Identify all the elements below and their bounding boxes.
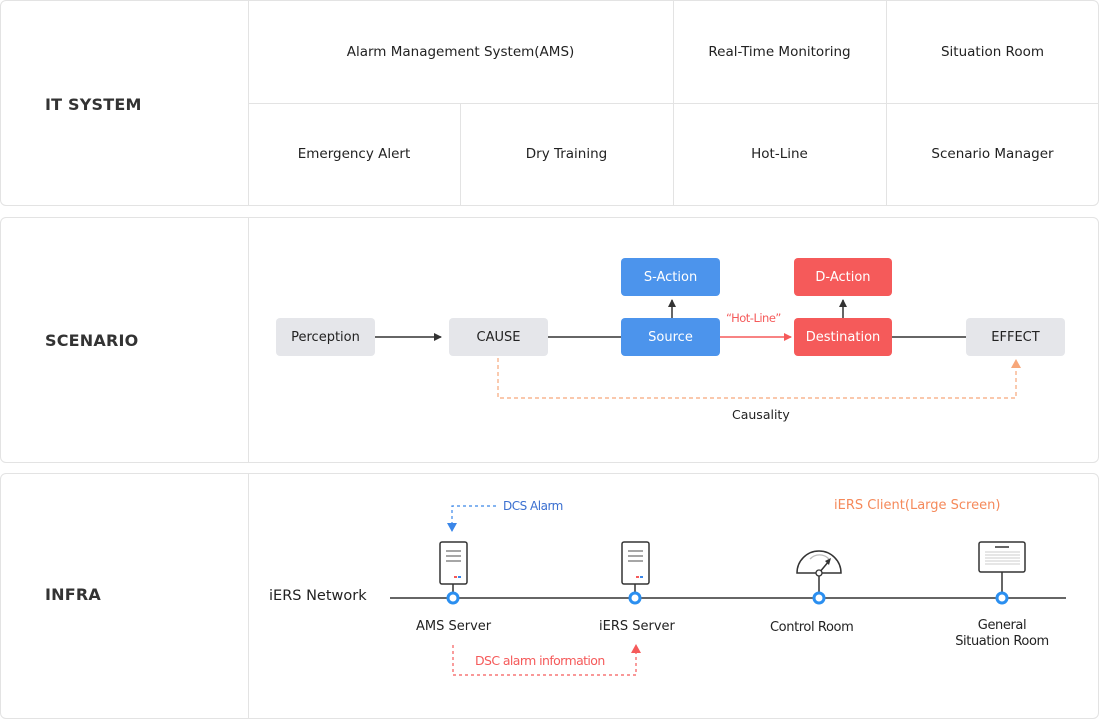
dsc-info-label: DSC alarm information	[475, 653, 605, 668]
network-label: iERS Network	[269, 588, 367, 604]
infra-side: INFRA	[1, 474, 249, 718]
node-source: Source	[621, 318, 720, 356]
node-effect: EFFECT	[966, 318, 1065, 356]
node-s-action: S-Action	[621, 258, 720, 296]
node-destination: Destination	[794, 318, 892, 356]
node-cause: CAUSE	[449, 318, 548, 356]
infra-label: INFRA	[45, 585, 101, 604]
node-label-iers-server: iERS Server	[599, 619, 675, 634]
node-label-situation-room: Situation Room	[955, 634, 1049, 649]
node-perception: Perception	[276, 318, 375, 356]
node-d-action: D-Action	[794, 258, 892, 296]
node-label-ams-server: AMS Server	[416, 619, 492, 634]
node-label-general: General	[977, 618, 1027, 633]
causality-label: Causality	[732, 407, 790, 422]
node-label-control-room: Control Room	[770, 620, 854, 635]
dcs-alarm-label: DCS Alarm	[503, 499, 563, 513]
client-label: iERS Client(Large Screen)	[834, 498, 1001, 513]
hotline-label: “Hot-Line”	[726, 311, 781, 325]
causality-path	[497, 358, 1021, 399]
